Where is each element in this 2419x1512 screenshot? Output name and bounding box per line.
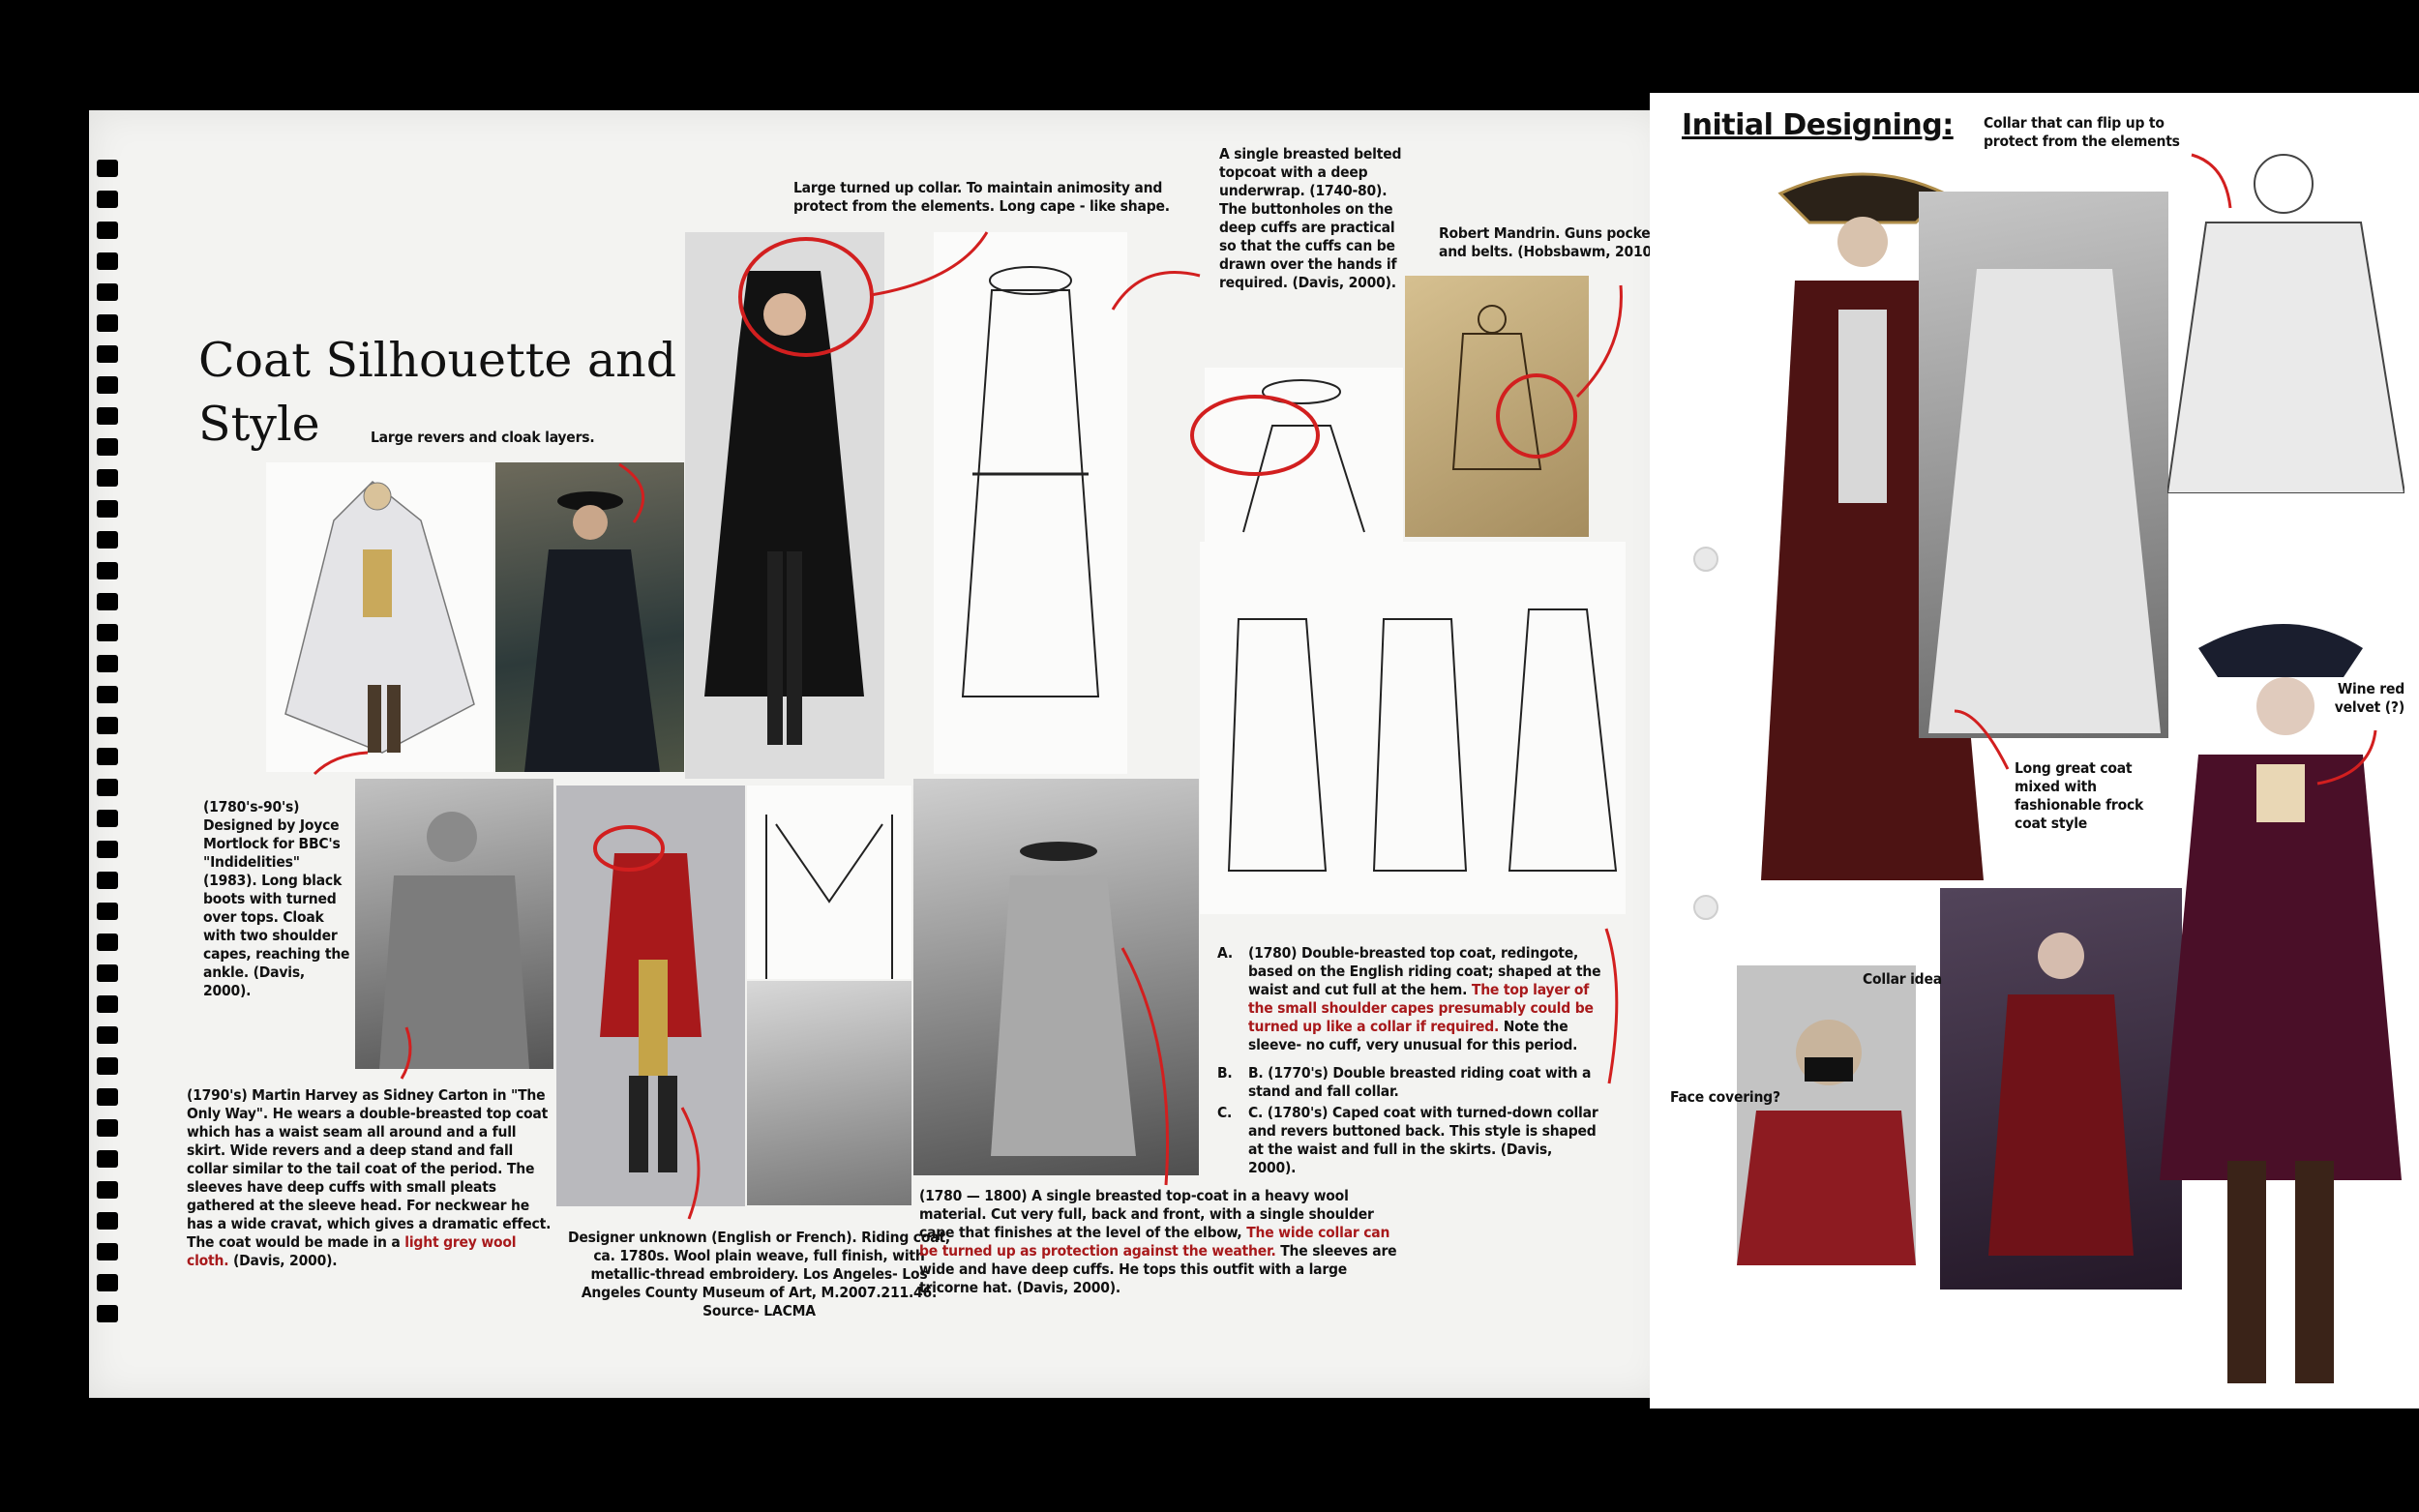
collar-highlight-circle xyxy=(738,237,874,357)
greatcoat-arrow xyxy=(1120,947,1170,1186)
mortlock-arrow xyxy=(313,751,369,776)
wine-red-arrow xyxy=(2316,729,2377,786)
great-coat-arrow xyxy=(1954,709,2010,770)
revers-arrow xyxy=(618,462,644,523)
pockets-highlight-circle xyxy=(1496,373,1577,459)
lacma-arrow xyxy=(680,1107,701,1220)
topcoat-arrow xyxy=(1111,271,1201,311)
harvey-arrow xyxy=(400,1026,412,1080)
cuff-highlight-circle xyxy=(1190,395,1320,476)
lacma-collar-circle xyxy=(593,825,665,872)
mandrin-arrow xyxy=(1575,284,1623,399)
collar-flip-arrow xyxy=(2191,153,2232,209)
annotation-overlay xyxy=(313,153,2377,1220)
collar-arrow xyxy=(870,231,989,297)
three-coats-arrow xyxy=(1604,928,1619,1084)
